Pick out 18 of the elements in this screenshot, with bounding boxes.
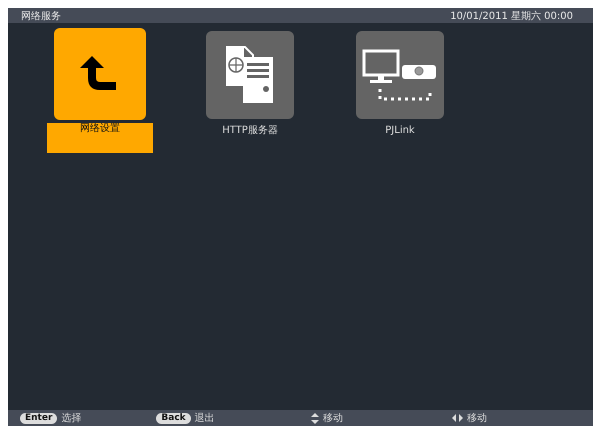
footer-hint: 退出 — [194, 412, 215, 425]
menu-tile[interactable] — [206, 31, 294, 119]
footer-hint: 移动 — [466, 412, 487, 425]
key-label: Back — [156, 412, 191, 424]
menu-tile[interactable] — [356, 31, 444, 119]
monitor-projector-icon — [362, 49, 438, 101]
date-time: 10/01/2011 星期六 00:00 — [450, 10, 573, 22]
menu-tile[interactable] — [54, 28, 146, 120]
tile-label: PJLink — [384, 125, 416, 136]
window-title: 网络服务 — [21, 10, 61, 22]
left-right-arrows-icon — [452, 414, 463, 422]
footer-hint: 移动 — [322, 412, 343, 425]
tile-label: HTTP服务器 — [221, 125, 279, 136]
up-down-arrows-icon — [310, 412, 319, 424]
key-label: Enter — [20, 412, 58, 424]
web-server-icon — [225, 45, 275, 105]
tile-label: 网络设置 — [47, 123, 153, 153]
footer-hint: 选择 — [61, 412, 82, 425]
